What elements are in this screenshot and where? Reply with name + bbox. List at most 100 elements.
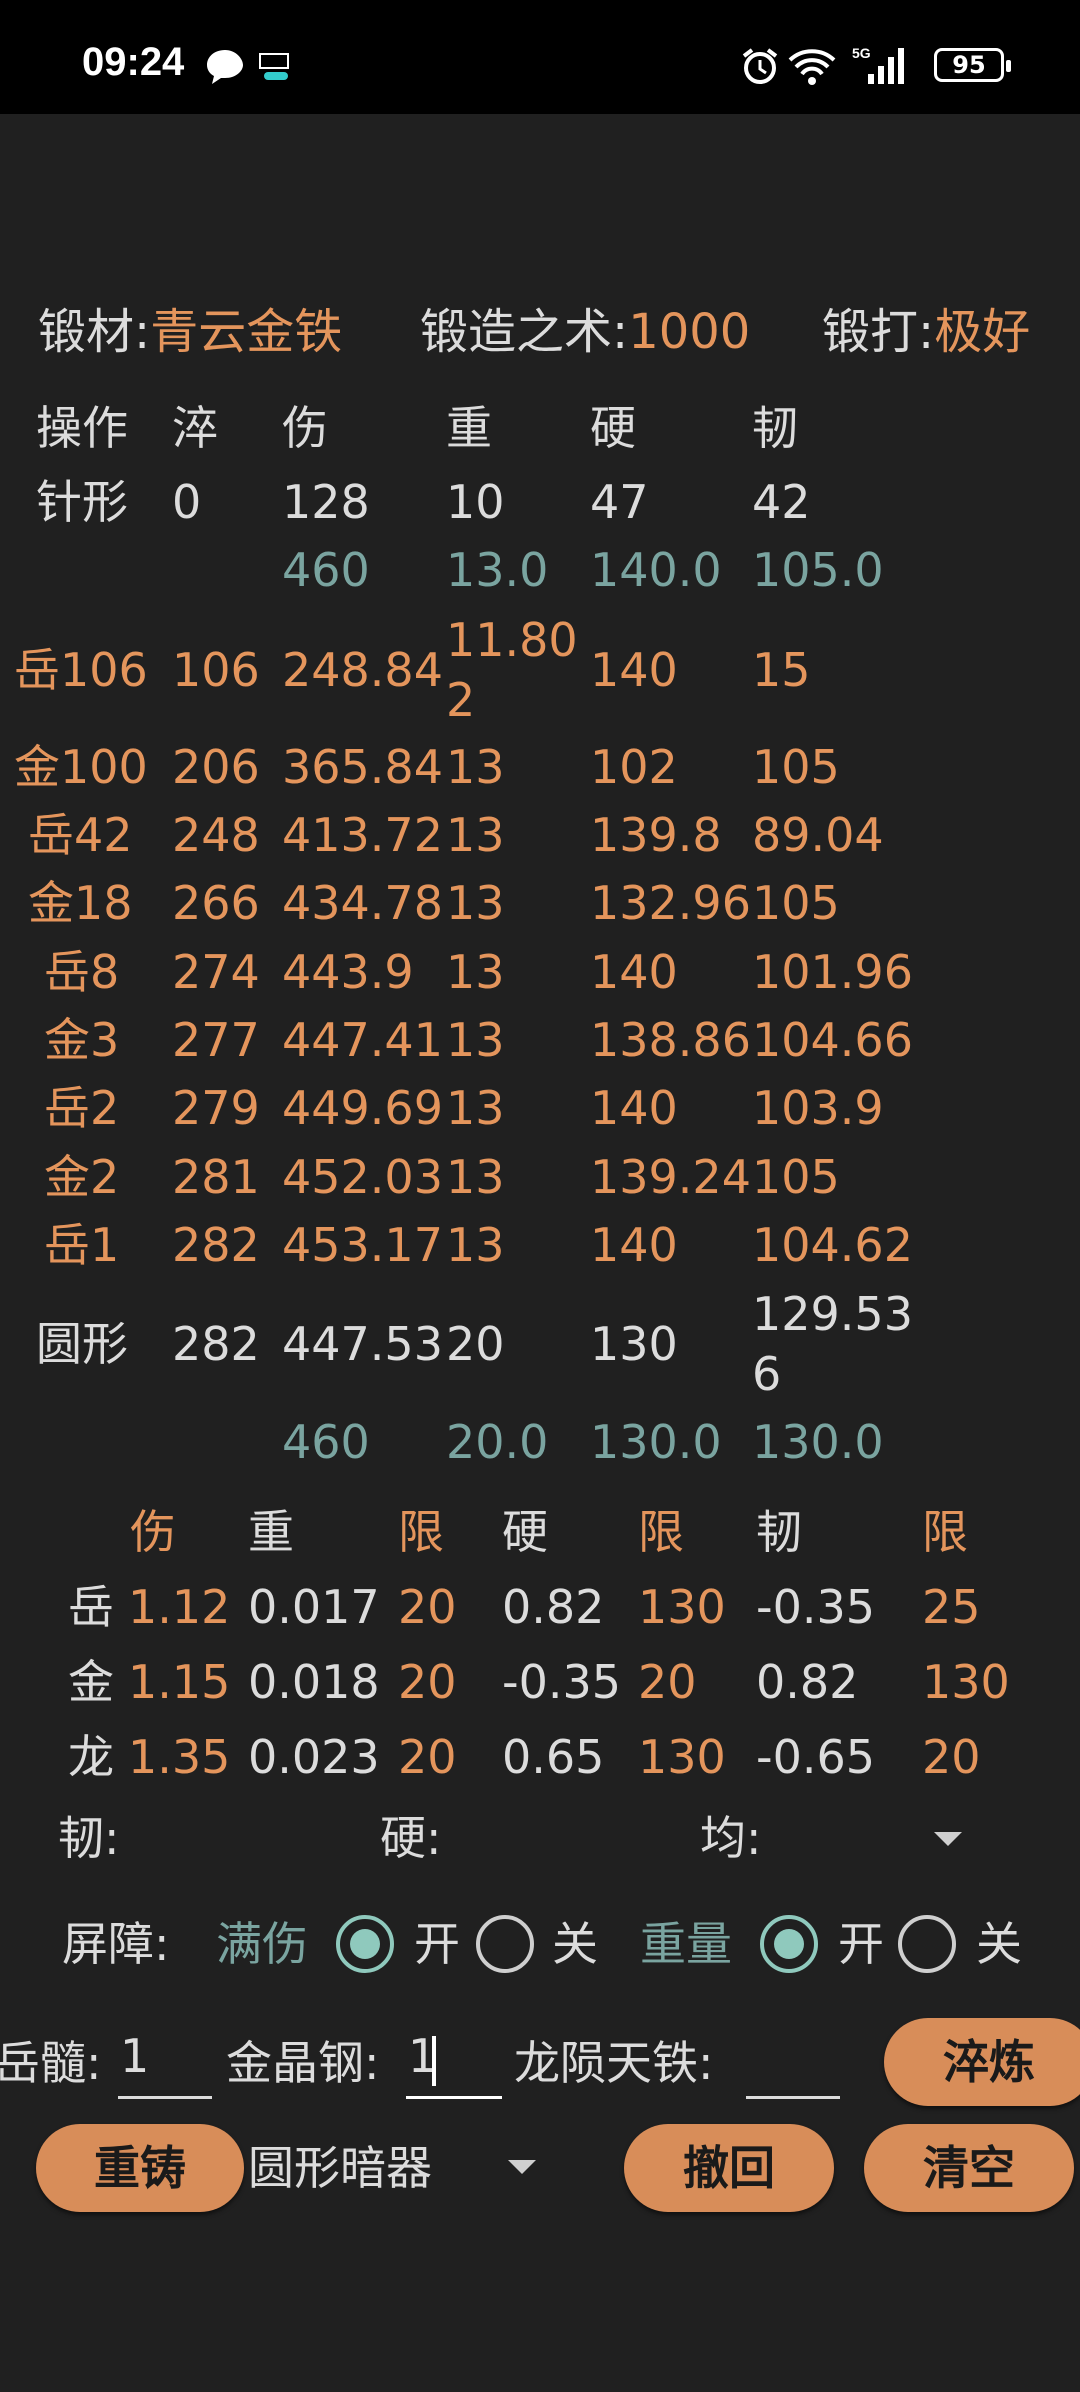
table-cell: 447.53 — [282, 1317, 443, 1371]
table-cell: 102 — [590, 740, 678, 794]
table-cell: 105 — [752, 1150, 840, 1204]
coef-row-name: 岳 — [68, 1580, 114, 1634]
table-cell: 140.0 — [590, 543, 722, 597]
table-cell: 434.78 — [282, 876, 443, 930]
table-cell: 金18 — [28, 876, 133, 930]
material-value: 青云金铁 — [150, 304, 343, 360]
table-cell: 105 — [752, 876, 840, 930]
coef-cell: 0.82 — [502, 1580, 605, 1634]
table-cell: 132.96 — [590, 876, 751, 930]
table-cell: 443.9 — [282, 945, 414, 999]
coef-header: 硬 — [502, 1505, 548, 1559]
coef-cell: 0.82 — [756, 1655, 859, 1709]
table-header-shang: 伤 — [282, 401, 328, 455]
coef-cell: 1.35 — [128, 1730, 231, 1784]
coef-row-name: 金 — [68, 1655, 114, 1709]
table-cell: 460 — [282, 543, 370, 597]
table-header-cui: 淬 — [172, 401, 218, 455]
table-cell: 针形 — [36, 475, 128, 529]
coef-cell: 0.023 — [248, 1730, 380, 1784]
table-cell: 413.72 — [282, 808, 443, 862]
yue-input[interactable]: 1 — [120, 2026, 149, 2086]
weight-on-radio[interactable] — [760, 1915, 818, 1973]
message-icon — [207, 50, 243, 84]
table-header-ren: 韧 — [752, 401, 798, 455]
table-header-zhong: 重 — [446, 401, 492, 455]
table-header-ying: 硬 — [590, 401, 636, 455]
table-cell: 130.0 — [590, 1415, 722, 1469]
table-cell: 128 — [282, 475, 370, 529]
radio-label: 开 — [838, 1917, 884, 1971]
coef-row-name: 龙 — [68, 1730, 114, 1784]
coef-cell: 20 — [398, 1655, 457, 1709]
filter-jun-label[interactable]: 均: — [700, 1808, 762, 1868]
damage-off-radio[interactable] — [476, 1915, 534, 1973]
coef-header: 限 — [398, 1505, 444, 1559]
table-cell: 104.66 — [752, 1013, 913, 1067]
weight-off-radio[interactable] — [898, 1915, 956, 1973]
table-cell: 岳1 — [44, 1218, 120, 1272]
chevron-down-icon[interactable] — [934, 1832, 962, 1846]
table-cell: 449.69 — [282, 1081, 443, 1135]
status-bar: 09:24 5G 95 — [0, 0, 1080, 114]
coef-header: 伤 — [130, 1505, 176, 1559]
status-time: 09:24 — [82, 40, 185, 84]
table-cell: 282 — [172, 1317, 260, 1371]
table-cell: 248.84 — [282, 643, 443, 697]
recast-button[interactable]: 重铸 — [36, 2124, 244, 2212]
table-cell: 10 — [446, 475, 505, 529]
coef-cell: 130 — [638, 1730, 726, 1784]
text-cursor — [432, 2036, 436, 2086]
wifi-icon — [788, 49, 836, 85]
table-cell: 140 — [590, 945, 678, 999]
battery-icon: 95 — [934, 48, 1011, 82]
forge-label: 锻打: — [822, 304, 935, 360]
coef-cell: 1.15 — [128, 1655, 231, 1709]
table-cell: 13 — [446, 1150, 505, 1204]
radio-label: 关 — [976, 1917, 1022, 1971]
long-label: 龙陨天铁: — [514, 2036, 714, 2090]
skill-label: 锻造之术: — [420, 304, 629, 360]
radio-label: 开 — [414, 1917, 460, 1971]
app-notification-icon — [259, 53, 289, 80]
table-cell: 140 — [590, 1218, 678, 1272]
chevron-down-icon[interactable] — [508, 2160, 536, 2174]
table-cell: 248 — [172, 808, 260, 862]
coef-cell: 20 — [398, 1730, 457, 1784]
table-cell: 206 — [172, 740, 260, 794]
undo-button[interactable]: 撤回 — [624, 2124, 834, 2212]
signal-icon: 5G — [852, 45, 904, 84]
skill-value: 1000 — [628, 304, 751, 360]
coef-cell: 130 — [922, 1655, 1010, 1709]
table-cell: 89.04 — [752, 808, 884, 862]
coef-cell: 0.017 — [248, 1580, 380, 1634]
table-cell: 138.86 — [590, 1013, 751, 1067]
table-cell: 281 — [172, 1150, 260, 1204]
table-cell: 453.17 — [282, 1218, 443, 1272]
damage-on-radio[interactable] — [336, 1915, 394, 1973]
table-cell: 282 — [172, 1218, 260, 1272]
table-cell: 13 — [446, 1218, 505, 1272]
coef-header: 韧 — [756, 1505, 802, 1559]
table-cell: 101.96 — [752, 945, 913, 999]
table-cell: 20 — [446, 1317, 505, 1371]
yue-label: 岳髓: — [0, 2036, 102, 2090]
table-cell: 13 — [446, 1081, 505, 1135]
long-input-underline — [746, 2096, 840, 2099]
table-cell: 13 — [446, 808, 505, 862]
radio-label: 关 — [552, 1917, 598, 1971]
refine-button[interactable]: 淬炼 — [884, 2018, 1080, 2106]
forge-info: 锻打:极好 — [822, 302, 1030, 362]
filter-ren-label[interactable]: 韧: — [58, 1808, 120, 1868]
table-cell: 140 — [590, 1081, 678, 1135]
clear-button[interactable]: 清空 — [864, 2124, 1074, 2212]
coef-cell: 20 — [638, 1655, 697, 1709]
filter-ying-label[interactable]: 硬: — [380, 1808, 442, 1868]
coef-cell: -0.35 — [502, 1655, 622, 1709]
coef-cell: 0.65 — [502, 1730, 605, 1784]
jin-label: 金晶钢: — [226, 2036, 380, 2090]
table-cell: 0 — [172, 475, 202, 529]
table-cell: 129.536 — [752, 1287, 913, 1401]
barrier-option-damage-label: 满伤 — [216, 1917, 308, 1971]
weapon-select[interactable]: 圆形暗器 — [248, 2138, 432, 2198]
